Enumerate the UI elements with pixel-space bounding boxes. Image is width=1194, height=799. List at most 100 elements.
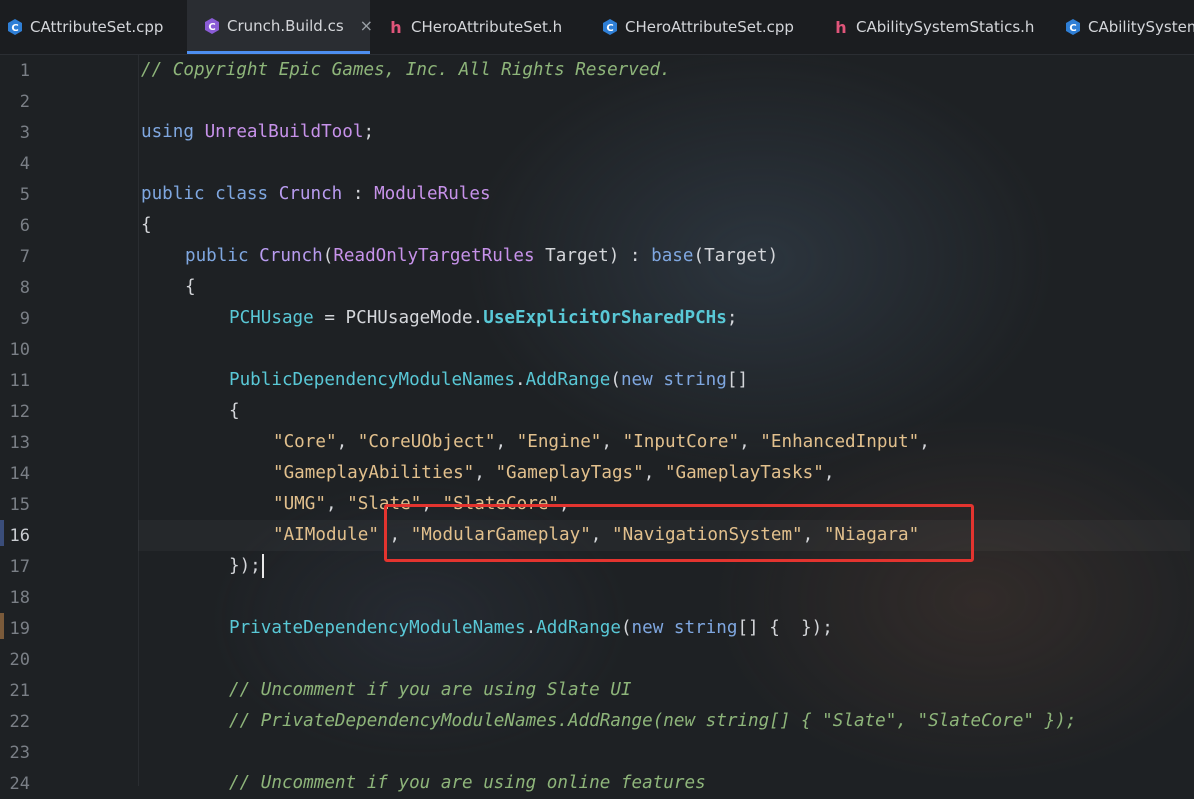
brace: { (141, 215, 152, 235)
line-number-gutter[interactable]: 1 2 3 4 5 6 7 8 9 10 11 12 13 14 15 16 1… (0, 55, 139, 794)
keyword: using (141, 122, 194, 142)
line-number: 10 (9, 340, 30, 360)
line-number: 17 (9, 557, 30, 577)
code-line-11: PublicDependencyModuleNames.AddRange(new… (229, 365, 748, 396)
code-line-19: PrivateDependencyModuleNames.AddRange(ne… (229, 613, 833, 644)
tab-label: CHeroAttributeSet.cpp (625, 18, 794, 36)
comment: // PrivateDependencyModuleNames.AddRange… (229, 711, 1077, 731)
punctuation: ; (363, 122, 375, 142)
punctuation: ; (726, 308, 738, 328)
code-line-14: "GameplayAbilities", "GameplayTags", "Ga… (273, 463, 835, 483)
type: string (673, 618, 738, 638)
line-number: 18 (9, 588, 30, 608)
punctuation: [] (726, 370, 749, 390)
code-line-22: // PrivateDependencyModuleNames.AddRange… (229, 706, 1076, 737)
punctuation: = (313, 308, 346, 328)
string: "GameplayTasks" (664, 463, 824, 483)
punctuation: }); (229, 556, 261, 576)
param-type: ReadOnlyTargetRules (333, 246, 535, 266)
code-line-21: // Uncomment if you are using Slate UI (229, 675, 632, 706)
tab-crunch-build-cs[interactable]: C Crunch.Build.cs × (187, 0, 373, 54)
svg-text:C: C (606, 23, 613, 34)
type: string (663, 370, 727, 390)
annotation-highlight-box (384, 504, 974, 562)
punctuation: : (342, 184, 375, 204)
tab-cheroattributeset-h[interactable]: h CHeroAttributeSet.h (381, 0, 581, 54)
string: "Engine" (516, 432, 602, 452)
method: AddRange (525, 370, 611, 390)
method: AddRange (536, 618, 621, 638)
code-line-6: { (141, 210, 152, 241)
line-number: 22 (9, 712, 30, 732)
csharp-file-icon: C (205, 17, 219, 34)
tab-label: CHeroAttributeSet.h (411, 18, 563, 36)
property: PCHUsage (229, 308, 314, 328)
text-caret (261, 554, 264, 578)
tab-cabilitysystems[interactable]: C CAbilitySystemS (1058, 0, 1194, 54)
code-line-17: }); (229, 551, 264, 582)
line-number: 24 (9, 774, 30, 794)
tab-label: CAttributeSet.cpp (30, 18, 164, 36)
line-number: 9 (19, 309, 30, 329)
code-line-12: { (229, 396, 240, 427)
keyword: class (215, 184, 269, 204)
comment: // Copyright Epic Games, Inc. All Rights… (141, 60, 671, 80)
keyword: new (631, 618, 664, 638)
line-number: 5 (19, 185, 30, 205)
tab-label: Crunch.Build.cs (227, 16, 344, 35)
object: PublicDependencyModuleNames (229, 370, 515, 390)
punctuation: ( (322, 246, 334, 266)
tab-cabilitysystemstatics-h[interactable]: h CAbilitySystemStatics.h (826, 0, 1046, 54)
tab-cattributeset-cpp[interactable]: C CAttributeSet.cpp (0, 0, 186, 54)
brace: { (229, 401, 240, 421)
punctuation: ( (620, 618, 632, 638)
code-line-24: // Uncomment if you are using online fea… (229, 768, 706, 799)
keyword: public (141, 184, 205, 204)
close-icon[interactable]: × (360, 16, 373, 35)
line-number: 12 (9, 402, 30, 422)
string: "AIModule" (273, 525, 379, 545)
line-number: 1 (19, 61, 30, 81)
comment: // Uncomment if you are using online fea… (229, 773, 706, 793)
object: PrivateDependencyModuleNames (229, 618, 526, 638)
punctuation: . (515, 370, 526, 390)
code-line-8: { (185, 272, 196, 303)
param-name: Target) : (534, 246, 652, 266)
punctuation: [] { }); (737, 618, 833, 638)
keyword: public (185, 246, 249, 266)
string: "CoreUObject" (357, 432, 496, 452)
csharp-file-icon: C (1066, 19, 1080, 35)
csharp-file-icon: C (8, 19, 22, 35)
code-line-13: "Core", "CoreUObject", "Engine", "InputC… (273, 432, 930, 452)
namespace: UnrealBuildTool (204, 122, 364, 142)
enum-type: PCHUsageMode (345, 308, 473, 328)
line-number: 3 (19, 123, 30, 143)
code-editor[interactable]: // Copyright Epic Games, Inc. All Rights… (141, 55, 1191, 793)
line-number: 4 (19, 154, 30, 174)
punctuation: . (472, 308, 484, 328)
code-line-1: // Copyright Epic Games, Inc. All Rights… (141, 55, 671, 86)
constructor-name: Crunch (259, 246, 323, 266)
svg-text:C: C (11, 23, 18, 34)
punctuation: . (525, 618, 537, 638)
line-number: 2 (19, 92, 30, 112)
tab-cheroattributeset-cpp[interactable]: C CHeroAttributeSet.cpp (595, 0, 815, 54)
line-number: 13 (9, 433, 30, 453)
svg-text:C: C (1069, 23, 1076, 34)
csharp-file-icon: C (603, 19, 617, 35)
line-number: 7 (19, 247, 30, 267)
enum-value: UseExplicitOrSharedPCHs (483, 308, 727, 328)
tab-label: CAbilitySystemStatics.h (856, 18, 1035, 36)
line-number: 20 (9, 650, 30, 670)
code-line-7: public Crunch(ReadOnlyTargetRules Target… (185, 241, 778, 272)
string: "EnhancedInput" (760, 432, 920, 452)
code-line-5: public class Crunch : ModuleRules (141, 179, 491, 210)
code-line-3: using UnrealBuildTool; (141, 117, 374, 148)
svg-text:h: h (390, 18, 401, 36)
punctuation: ( (610, 370, 621, 390)
base-class: ModuleRules (374, 184, 491, 204)
header-file-icon: h (390, 18, 401, 36)
string: "UMG" (273, 494, 326, 514)
svg-text:h: h (835, 18, 846, 36)
keyword: new (620, 370, 653, 390)
